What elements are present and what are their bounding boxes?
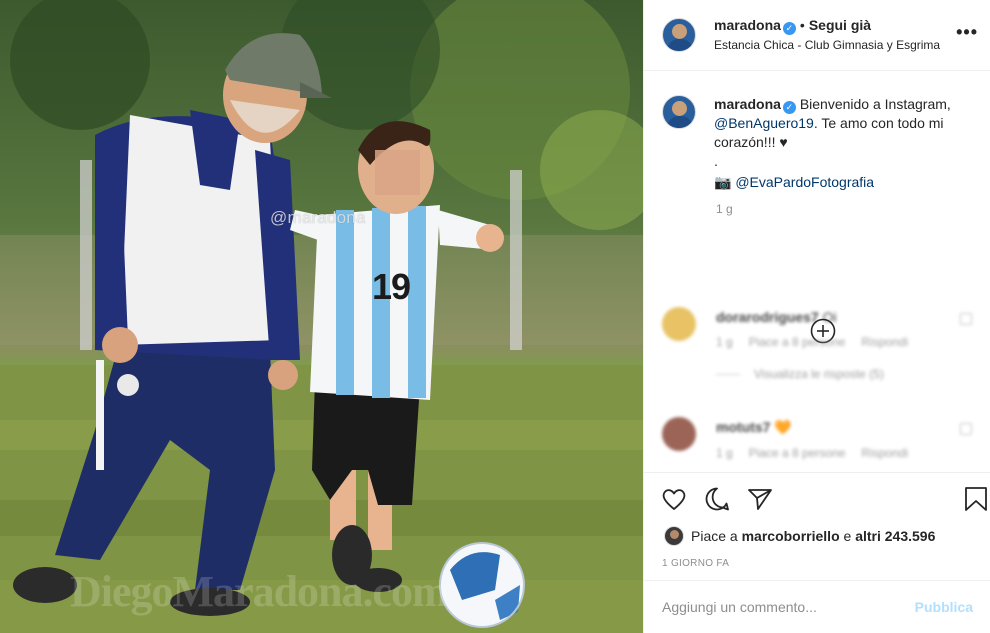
photo-watermark: @maradona xyxy=(270,208,366,227)
soccer-ball xyxy=(439,542,525,628)
caption-time: 1 g xyxy=(716,202,733,216)
replies-divider xyxy=(716,373,740,375)
liker-avatar[interactable] xyxy=(664,526,684,546)
view-replies-label: Visualizza le risposte (5) xyxy=(754,367,884,381)
view-replies-button[interactable]: Visualizza le risposte (5) xyxy=(716,367,946,381)
comment-text: Oi xyxy=(822,309,837,325)
likes-user-link[interactable]: marcoborriello xyxy=(742,528,840,544)
comment-time: 1 g xyxy=(716,446,733,460)
comment-time: 1 g xyxy=(716,335,733,349)
caption-dot: . xyxy=(714,153,718,169)
bookmark-icon[interactable] xyxy=(962,485,990,513)
heart-icon[interactable] xyxy=(660,485,688,513)
comment-likes[interactable]: Piace a 8 persone xyxy=(749,446,846,460)
likes-others-link[interactable]: altri 243.596 xyxy=(855,528,935,544)
post-timeago: 1 GIORNO FA xyxy=(662,558,730,569)
comment-avatar[interactable] xyxy=(662,417,696,451)
caption-body-start: Bienvenido a Instagram, xyxy=(799,96,951,112)
more-options-icon[interactable]: ••• xyxy=(956,22,978,43)
shirt-number: 19 xyxy=(372,266,411,307)
caption-username[interactable]: maradona xyxy=(714,96,781,112)
post-photo[interactable]: @maradona 19 DiegoMaradona.com xyxy=(0,0,643,633)
caption-row: maradona ✓ Bienvenido a Instagram, @BenAg… xyxy=(662,95,974,192)
post-header: maradona ✓ • Segui già Estancia Chica - Clu… xyxy=(644,0,990,71)
comment-body: dorarodrigues7 Oi 1 g Piace a 8 persone … xyxy=(716,309,946,381)
comment-likes[interactable]: Piace a 8 persone xyxy=(749,335,846,349)
likes-prefix: Piace a xyxy=(691,528,742,544)
comment-like-icon[interactable] xyxy=(960,423,972,435)
comment-username[interactable]: motuts7 xyxy=(716,419,770,435)
comment-reply-button[interactable]: Rispondi xyxy=(861,335,908,349)
header-username[interactable]: maradona xyxy=(714,17,781,33)
comment-body: motuts7 🧡 1 g Piace a 8 persone Rispondi xyxy=(716,419,946,460)
likes-text: Piace a marcoborriello e altri 243.596 xyxy=(691,528,935,544)
caption-avatar[interactable] xyxy=(662,95,696,129)
comment-reply-button[interactable]: Rispondi xyxy=(861,446,908,460)
header-text: maradona ✓ • Segui già Estancia Chica - Clu… xyxy=(714,15,940,55)
send-icon[interactable] xyxy=(746,485,774,513)
comments-area[interactable]: maradona ✓ Bienvenido a Instagram, @BenAg… xyxy=(644,71,990,471)
likes-summary[interactable]: Piace a marcoborriello e altri 243.596 xyxy=(644,525,990,547)
follow-button[interactable]: Segui già xyxy=(809,17,871,33)
caption-text: maradona ✓ Bienvenido a Instagram, @BenAg… xyxy=(714,95,972,192)
camera-icon: 📷 xyxy=(714,174,732,190)
verified-badge-icon: ✓ xyxy=(782,22,796,35)
header-separator: • xyxy=(799,17,805,33)
likes-middle: e xyxy=(839,528,856,544)
comment-username[interactable]: dorarodrigues7 xyxy=(716,309,819,325)
comment-like-icon[interactable] xyxy=(960,313,972,325)
photo-illustration xyxy=(0,0,643,633)
comment-icon[interactable] xyxy=(703,485,731,513)
add-comment-bar: Pubblica xyxy=(644,580,990,633)
publish-button[interactable]: Pubblica xyxy=(915,599,973,615)
instagram-post-modal: @maradona 19 DiegoMaradona.com maradona ✓… xyxy=(0,0,990,633)
photo-watermark-banner: DiegoMaradona.com xyxy=(70,567,449,616)
post-actions: Piace a marcoborriello e altri 243.596 1… xyxy=(644,472,990,569)
photo-credit-link[interactable]: @EvaPardoFotografia xyxy=(735,174,874,190)
comment-text: 🧡 xyxy=(774,419,792,435)
avatar[interactable] xyxy=(662,18,696,52)
comment-avatar[interactable] xyxy=(662,307,696,341)
comment-input[interactable] xyxy=(662,599,915,615)
location-link[interactable]: Estancia Chica - Club Gimnasia y Esgrima xyxy=(714,35,940,55)
verified-badge-icon: ✓ xyxy=(782,101,796,114)
post-side-panel: maradona ✓ • Segui già Estancia Chica - Clu… xyxy=(643,0,990,633)
action-icons-row xyxy=(644,473,990,525)
caption-mention-link[interactable]: @BenAguero19 xyxy=(714,115,814,131)
